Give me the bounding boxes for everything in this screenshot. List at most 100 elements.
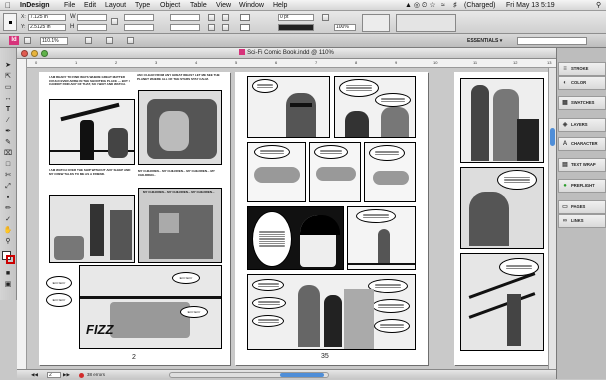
pencil-tool-icon[interactable]: ✎ xyxy=(3,139,13,147)
comic-panel[interactable]: FIZZ Errrr Errrr Errrr Errrr xyxy=(79,265,222,349)
type-tool-icon[interactable]: T xyxy=(3,106,13,114)
speech-bubble[interactable] xyxy=(252,315,284,327)
menu-layout[interactable]: Layout xyxy=(105,0,126,11)
speech-bubble[interactable] xyxy=(252,279,284,291)
view-options-icon[interactable] xyxy=(85,37,92,44)
line-tool-icon[interactable]: ∕ xyxy=(3,117,13,125)
comic-panel[interactable] xyxy=(138,90,222,165)
panel-color[interactable]: ◐ COLOR xyxy=(558,76,606,90)
comic-panel[interactable] xyxy=(49,99,135,165)
speech-bubble[interactable] xyxy=(372,299,410,313)
panel-links[interactable]: ∞ LINKS xyxy=(558,214,606,228)
menu-type[interactable]: Type xyxy=(135,0,150,11)
gap-tool-icon[interactable]: ↔ xyxy=(3,95,13,103)
panel-layers[interactable]: ◈ LAYERS xyxy=(558,118,606,132)
close-button[interactable] xyxy=(21,50,28,57)
caption-text[interactable]: I am ready to find ways where great matt… xyxy=(49,76,131,98)
page-right[interactable]: 35 xyxy=(235,72,428,365)
menu-object[interactable]: Object xyxy=(160,0,180,11)
zoom-level-field[interactable]: 110.1% xyxy=(40,37,68,45)
eyedropper-tool-icon[interactable]: ✓ xyxy=(3,216,13,224)
menu-file[interactable]: File xyxy=(64,0,75,11)
workspace-switcher[interactable]: ESSENTIALS ▾ xyxy=(467,38,502,44)
caption-text[interactable]: I am watch over the ship without any sle… xyxy=(49,169,135,193)
menu-help[interactable]: Help xyxy=(273,0,287,11)
pasteboard[interactable]: I am ready to find ways where great matt… xyxy=(27,68,548,369)
rotate-field[interactable] xyxy=(170,14,200,21)
scale-x-field[interactable] xyxy=(124,14,154,21)
zoom-tool-icon[interactable]: ⚲ xyxy=(3,238,13,246)
comic-panel[interactable] xyxy=(347,206,416,270)
select-container-icon[interactable] xyxy=(222,14,229,21)
rectangle-tool-icon[interactable]: □ xyxy=(3,161,13,169)
horizontal-scroll-thumb[interactable] xyxy=(280,373,324,377)
speech-bubble[interactable] xyxy=(497,170,537,190)
flip-horizontal-icon[interactable] xyxy=(208,14,215,21)
page-tool-icon[interactable]: ▭ xyxy=(3,84,13,92)
speech-bubble[interactable] xyxy=(368,279,408,293)
hand-tool-icon[interactable]: ✋ xyxy=(3,227,13,235)
scale-y-field[interactable] xyxy=(124,24,154,31)
menu-view[interactable]: View xyxy=(216,0,231,11)
comic-panel[interactable]: My children... my children... my childre… xyxy=(138,188,222,263)
speech-bubble[interactable] xyxy=(339,79,379,97)
bridge-icon[interactable] xyxy=(24,37,31,44)
minimize-button[interactable] xyxy=(31,50,38,57)
pen-tool-icon[interactable]: ✒ xyxy=(3,128,13,136)
caption-text[interactable]: My children... my children... my childre… xyxy=(143,191,219,201)
fitting-buttons[interactable] xyxy=(362,14,390,32)
note-tool-icon[interactable]: ✏ xyxy=(3,205,13,213)
gradient-tool-icon[interactable]: ▪ xyxy=(3,194,13,202)
vertical-ruler[interactable] xyxy=(17,59,27,369)
speech-bubble[interactable] xyxy=(252,79,278,93)
volume-icon[interactable]: ♯ xyxy=(453,0,457,11)
speech-bubble[interactable]: Errrr Errrr xyxy=(46,276,72,290)
vertical-scrollbar[interactable] xyxy=(548,68,556,369)
status-icons[interactable]: ▲ ◎ ⏲ ☆ xyxy=(405,0,436,11)
width-field[interactable] xyxy=(77,14,107,21)
wifi-icon[interactable]: ≈ xyxy=(441,0,445,11)
speech-bubble[interactable] xyxy=(356,209,396,223)
speech-bubble[interactable] xyxy=(374,319,410,333)
comic-panel[interactable] xyxy=(334,76,416,138)
comic-panel[interactable] xyxy=(247,274,416,350)
normal-view-icon[interactable]: ▣ xyxy=(3,281,13,289)
stroke-swatch[interactable] xyxy=(240,24,250,31)
app-menu[interactable]: InDesign xyxy=(20,0,50,11)
panel-character[interactable]: A CHARACTER xyxy=(558,137,606,151)
page-next[interactable] xyxy=(454,72,548,365)
speech-bubble[interactable] xyxy=(375,93,411,107)
selection-tool-icon[interactable]: ➤ xyxy=(3,62,13,70)
panel-stroke[interactable]: ≡ STROKE xyxy=(558,62,606,76)
flip-vertical-icon[interactable] xyxy=(208,24,215,31)
horizontal-ruler[interactable]: 0 1 2 3 4 5 6 7 8 9 10 11 12 13 xyxy=(27,59,556,68)
horizontal-scrollbar[interactable] xyxy=(169,372,329,378)
battery-status[interactable]: (Charged) xyxy=(464,0,496,11)
stroke-weight-field[interactable]: 0 pt xyxy=(278,14,314,21)
apply-color-icon[interactable]: ■ xyxy=(3,270,13,278)
panel-pages[interactable]: ▭ PAGES xyxy=(558,200,606,214)
comic-panel[interactable] xyxy=(309,142,361,202)
rectangle-frame-tool-icon[interactable]: ⌧ xyxy=(3,150,13,158)
stroke-type-dropdown[interactable] xyxy=(278,24,314,31)
vertical-scroll-thumb[interactable] xyxy=(550,128,555,146)
comic-panel[interactable] xyxy=(460,78,544,163)
frame-fitting-options[interactable] xyxy=(396,14,456,32)
panel-swatches[interactable]: ▦ SWATCHES xyxy=(558,96,606,110)
comic-panel[interactable] xyxy=(49,195,135,263)
apple-menu-icon[interactable]:  xyxy=(5,0,11,11)
menu-edit[interactable]: Edit xyxy=(84,0,96,11)
fill-swatch[interactable] xyxy=(240,14,250,21)
speech-bubble[interactable] xyxy=(254,145,290,159)
search-field[interactable] xyxy=(517,37,587,45)
shear-field[interactable] xyxy=(170,24,200,31)
speech-bubble[interactable]: Errrr Errrr xyxy=(172,272,200,284)
speech-bubble[interactable] xyxy=(314,145,348,159)
comic-panel[interactable] xyxy=(247,206,344,270)
menu-table[interactable]: Table xyxy=(190,0,207,11)
screen-mode-icon[interactable] xyxy=(106,37,113,44)
direct-selection-icon[interactable]: ⇱ xyxy=(3,73,13,81)
fx-icon[interactable] xyxy=(322,14,329,21)
arrange-documents-icon[interactable] xyxy=(127,37,134,44)
x-position-field[interactable]: 7.125 in xyxy=(28,14,66,21)
